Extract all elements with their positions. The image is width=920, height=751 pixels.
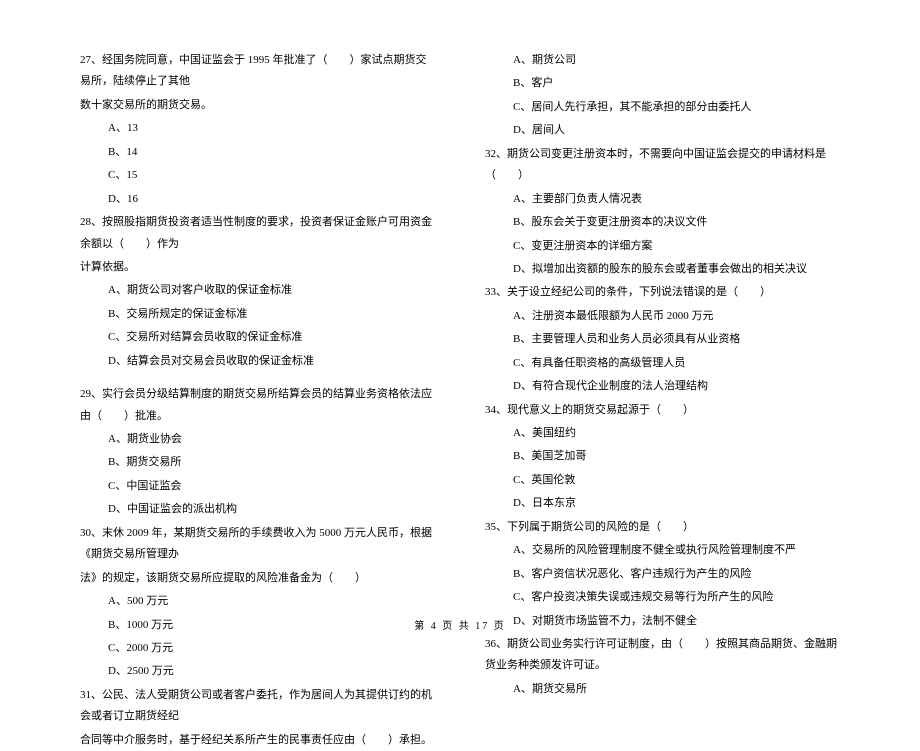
q30-opt-d: D、2500 万元: [80, 661, 435, 682]
q30-line1: 30、末休 2009 年，某期货交易所的手续费收入为 5000 万元人民币，根据…: [80, 523, 435, 566]
q29-opt-b: B、期货交易所: [80, 452, 435, 473]
q36-opt-a: A、期货交易所: [485, 679, 840, 700]
q31-line1: 31、公民、法人受期货公司或者客户委托，作为居间人为其提供订约的机会或者订立期货…: [80, 685, 435, 728]
right-column: A、期货公司 B、客户 C、居间人先行承担，其不能承担的部分由委托人 D、居间人…: [485, 50, 840, 600]
q30-line2: 法》的规定，该期货交易所应提取的风险准备金为（ ）: [80, 568, 435, 589]
q29-opt-c: C、中国证监会: [80, 476, 435, 497]
q32-opt-c: C、变更注册资本的详细方案: [485, 236, 840, 257]
q28-line1: 28、按照股指期货投资者适当性制度的要求，投资者保证金账户可用资金余额以（ ）作…: [80, 212, 435, 255]
q31-opt-b: B、客户: [485, 73, 840, 94]
q35-text: 35、下列属于期货公司的风险的是（ ）: [485, 517, 840, 538]
q27-opt-b: B、14: [80, 142, 435, 163]
left-column: 27、经国务院同意，中国证监会于 1995 年批准了（ ）家试点期货交易所，陆续…: [80, 50, 435, 600]
q33-opt-a: A、注册资本最低限额为人民币 2000 万元: [485, 306, 840, 327]
q27-line2: 数十家交易所的期货交易。: [80, 95, 435, 116]
q29-opt-a: A、期货业协会: [80, 429, 435, 450]
page-footer: 第 4 页 共 17 页: [0, 617, 920, 632]
q35-opt-c: C、客户投资决策失误或违规交易等行为所产生的风险: [485, 587, 840, 608]
q32-opt-b: B、股东会关于变更注册资本的决议文件: [485, 212, 840, 233]
q36-text: 36、期货公司业务实行许可证制度，由（ ）按照其商品期货、金融期货业务种类颁发许…: [485, 634, 840, 677]
q28-line2: 计算依据。: [80, 257, 435, 278]
q33-opt-b: B、主要管理人员和业务人员必须具有从业资格: [485, 329, 840, 350]
q33-opt-c: C、有具备任职资格的高级管理人员: [485, 353, 840, 374]
q34-opt-b: B、美国芝加哥: [485, 446, 840, 467]
q28-opt-a: A、期货公司对客户收取的保证金标准: [80, 280, 435, 301]
page-content: 27、经国务院同意，中国证监会于 1995 年批准了（ ）家试点期货交易所，陆续…: [80, 50, 840, 600]
q32-opt-d: D、拟增加出资额的股东的股东会或者董事会做出的相关决议: [485, 259, 840, 280]
q32-text: 32、期货公司变更注册资本时，不需要向中国证监会提交的申请材料是（ ）: [485, 144, 840, 187]
q34-opt-d: D、日本东京: [485, 493, 840, 514]
q33-opt-d: D、有符合现代企业制度的法人治理结构: [485, 376, 840, 397]
q31-line2: 合同等中介服务时，基于经纪关系所产生的民事责任应由（ ）承担。: [80, 730, 435, 751]
q34-opt-c: C、英国伦敦: [485, 470, 840, 491]
q28-opt-d: D、结算会员对交易会员收取的保证金标准: [80, 351, 435, 372]
q34-opt-a: A、美国纽约: [485, 423, 840, 444]
q32-opt-a: A、主要部门负责人情况表: [485, 189, 840, 210]
q27-line1: 27、经国务院同意，中国证监会于 1995 年批准了（ ）家试点期货交易所，陆续…: [80, 50, 435, 93]
q28-opt-c: C、交易所对结算会员收取的保证金标准: [80, 327, 435, 348]
q27-opt-d: D、16: [80, 189, 435, 210]
q27-opt-c: C、15: [80, 165, 435, 186]
q35-opt-a: A、交易所的风险管理制度不健全或执行风险管理制度不严: [485, 540, 840, 561]
q30-opt-a: A、500 万元: [80, 591, 435, 612]
q29-opt-d: D、中国证监会的派出机构: [80, 499, 435, 520]
q31-opt-d: D、居间人: [485, 120, 840, 141]
q30-opt-c: C、2000 万元: [80, 638, 435, 659]
q31-opt-a: A、期货公司: [485, 50, 840, 71]
q33-text: 33、关于设立经纪公司的条件，下列说法错误的是（ ）: [485, 282, 840, 303]
q29-text: 29、实行会员分级结算制度的期货交易所结算会员的结算业务资格依法应由（ ）批准。: [80, 384, 435, 427]
q34-text: 34、现代意义上的期货交易起源于（ ）: [485, 400, 840, 421]
q28-opt-b: B、交易所规定的保证金标准: [80, 304, 435, 325]
q35-opt-b: B、客户资信状况恶化、客户违规行为产生的风险: [485, 564, 840, 585]
q31-opt-c: C、居间人先行承担，其不能承担的部分由委托人: [485, 97, 840, 118]
q27-opt-a: A、13: [80, 118, 435, 139]
